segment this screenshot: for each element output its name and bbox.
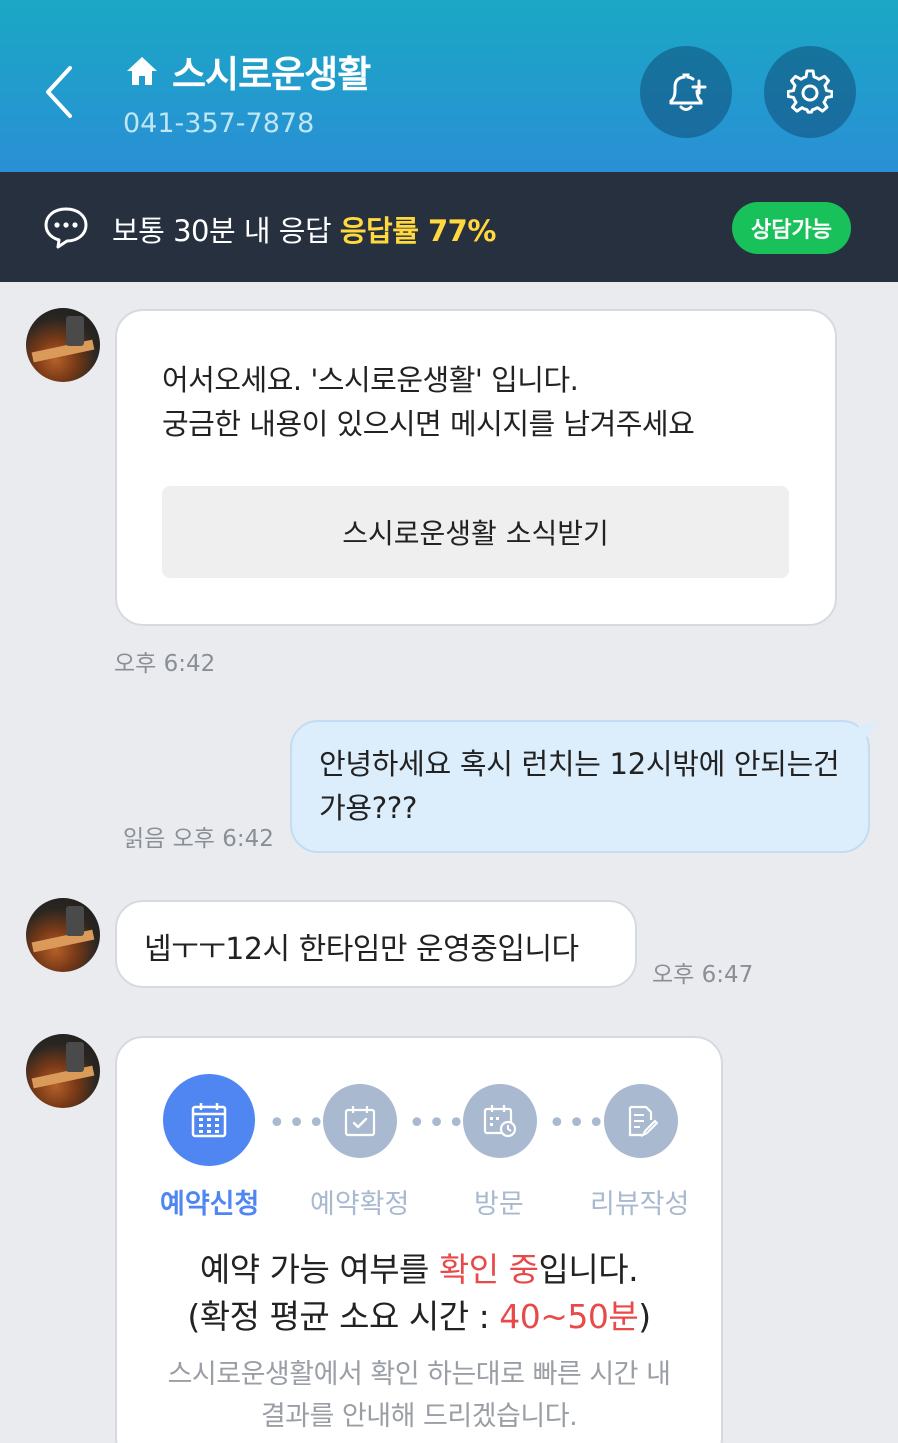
gear-icon bbox=[787, 69, 833, 114]
step-label-confirm: 예약확정 bbox=[310, 1189, 410, 1220]
step-label-request: 예약신청 bbox=[160, 1189, 260, 1220]
step-connector: ••• bbox=[408, 1106, 468, 1141]
step-review-circle bbox=[604, 1084, 678, 1158]
consult-available-badge: 상담가능 bbox=[732, 202, 851, 254]
average-time-value: 40~50분 bbox=[499, 1297, 639, 1336]
bell-plus-icon bbox=[669, 73, 707, 111]
step-visit-circle bbox=[463, 1084, 537, 1158]
message-time: 오후 6:47 bbox=[652, 962, 754, 988]
response-time-label: 보통 30분 내 응답 bbox=[112, 214, 332, 248]
status-highlight: 확인 중 bbox=[438, 1250, 539, 1289]
calendar-clock-icon bbox=[483, 1105, 517, 1138]
average-time-label: (확정 평균 소요 시간 : bbox=[187, 1297, 500, 1336]
step-label-review: 리뷰작성 bbox=[590, 1189, 690, 1220]
average-time-suffix: ) bbox=[638, 1297, 651, 1336]
calendar-icon bbox=[191, 1103, 227, 1138]
step-confirm-circle bbox=[323, 1084, 397, 1158]
my-message-text: 안녕하세요 혹시 런치는 12시밖에 안되는건가용??? bbox=[319, 747, 840, 825]
back-button[interactable] bbox=[40, 62, 80, 122]
store-avatar[interactable] bbox=[26, 1034, 100, 1108]
read-receipt: 읽음 오후 6:42 bbox=[123, 819, 274, 853]
step-connector: ••• bbox=[548, 1106, 608, 1141]
store-avatar[interactable] bbox=[26, 898, 100, 972]
title-row: 스시로운생활 bbox=[124, 44, 371, 98]
store-avatar[interactable] bbox=[26, 308, 100, 382]
reservation-note-line2: 결과를 안내해 드리겠습니다. bbox=[260, 1401, 578, 1432]
welcome-message-text: 어서오세요. '스시로운생활' 입니다. 궁금한 내용이 있으시면 메시지를 남… bbox=[162, 363, 695, 441]
average-time-line: (확정 평균 소요 시간 : 40~50분) bbox=[115, 1290, 723, 1338]
subscribe-alarm-button[interactable] bbox=[640, 46, 732, 138]
step-connector: ••• bbox=[268, 1106, 328, 1141]
response-time-text: 보통 30분 내 응답 응답률 77% bbox=[112, 208, 496, 250]
message-time: 오후 6:42 bbox=[172, 826, 274, 852]
home-icon bbox=[127, 57, 157, 85]
chevron-left-icon bbox=[46, 66, 72, 118]
settings-button[interactable] bbox=[764, 46, 856, 138]
reservation-note-line1: 스시로운생활에서 확인 하는대로 빠른 시간 내 bbox=[167, 1359, 671, 1390]
subscribe-news-button[interactable]: 스시로운생활 소식받기 bbox=[162, 486, 789, 578]
message-time: 오후 6:42 bbox=[114, 651, 216, 677]
store-phone[interactable]: 041-357-7878 bbox=[123, 108, 314, 139]
status-title-suffix: 입니다. bbox=[538, 1250, 639, 1289]
bubble-tail bbox=[858, 722, 880, 742]
reservation-status-title: 예약 가능 여부를 확인 중입니다. bbox=[115, 1243, 723, 1291]
calendar-check-icon bbox=[344, 1106, 376, 1137]
step-label-visit: 방문 bbox=[474, 1189, 524, 1220]
read-label: 읽음 bbox=[123, 826, 166, 852]
store-title: 스시로운생활 bbox=[172, 53, 371, 96]
response-rate: 응답률 77% bbox=[339, 214, 497, 248]
status-title-text: 예약 가능 여부를 bbox=[199, 1250, 439, 1289]
step-request-circle bbox=[163, 1074, 255, 1166]
welcome-message-bubble bbox=[115, 309, 837, 626]
reply-message-text: 넵ㅜㅜ12시 한타임만 운영중입니다 bbox=[144, 932, 579, 967]
speech-bubble-icon bbox=[44, 207, 88, 249]
document-edit-icon bbox=[628, 1105, 658, 1138]
